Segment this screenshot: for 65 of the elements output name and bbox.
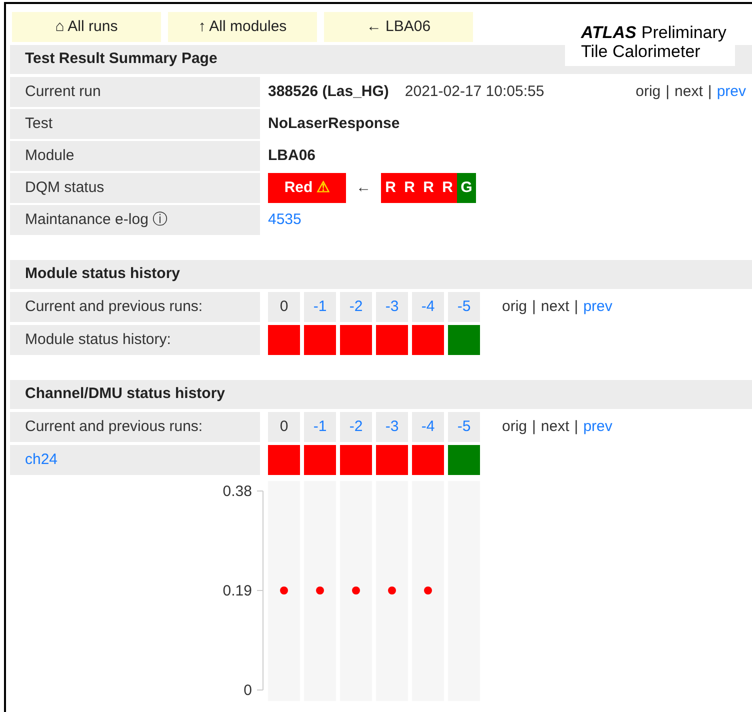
run-number: 388526 (Las_HG) [268, 82, 389, 102]
row-label: Current and previous runs: [10, 412, 260, 442]
y-tick-label: 0 [244, 682, 252, 699]
run-link[interactable]: -5 [448, 292, 480, 322]
y-tick-label: 0.38 [222, 483, 252, 500]
history-badge: R [419, 173, 438, 203]
run-link[interactable]: -3 [376, 292, 408, 322]
nav-label: orig [502, 296, 528, 317]
section-header: Module status history [10, 260, 752, 289]
run-link[interactable]: -1 [304, 292, 336, 322]
separator: | [708, 82, 712, 102]
run-link[interactable]: -4 [412, 412, 444, 442]
history-badge: R [438, 173, 457, 203]
nav-label: next [674, 82, 703, 102]
nav-label: next [540, 416, 570, 437]
row-label: Maintanance e-log ⓘ [10, 205, 260, 235]
separator: | [666, 82, 670, 102]
row-label: Module [10, 141, 260, 171]
run-link[interactable]: -5 [448, 412, 480, 442]
row-value: LBA06 [268, 146, 316, 166]
run-link[interactable]: -2 [340, 292, 372, 322]
nav-label: orig [636, 82, 661, 102]
channel-link[interactable]: ch24 [10, 445, 260, 475]
nav-label: orig [502, 416, 528, 437]
data-point [280, 586, 288, 594]
elog-link[interactable]: 4535 [268, 208, 302, 232]
separator: | [532, 296, 536, 317]
logo-subtitle: Tile Calorimeter [581, 42, 702, 61]
section-header: Channel/DMU status history [10, 380, 752, 409]
history-badge: G [457, 173, 476, 203]
nav-label: next [540, 296, 570, 317]
run-link[interactable]: -1 [304, 412, 336, 442]
nav-link[interactable]: prev [716, 80, 746, 104]
y-tick-label: 0.19 [222, 582, 252, 600]
separator: | [574, 416, 578, 437]
separator: | [574, 296, 578, 317]
history-badge: R [381, 173, 400, 203]
warning-icon: ⚠ [316, 176, 330, 200]
history-badge: R [400, 173, 419, 203]
row-label: Module status history: [10, 325, 260, 355]
separator: | [532, 416, 536, 437]
row-label: Current run [10, 77, 260, 107]
logo-brand: ATLAS [581, 23, 636, 42]
run-link[interactable]: -3 [376, 412, 408, 442]
nav-link[interactable]: prev [583, 416, 612, 438]
nav-button[interactable]: ⌂ All runs [12, 12, 161, 42]
status-text: Red [284, 178, 313, 198]
logo-text: Preliminary [641, 23, 726, 42]
data-point [424, 586, 432, 594]
row-label: Current and previous runs: [10, 292, 260, 322]
run-link[interactable]: -4 [412, 292, 444, 322]
nav-button[interactable]: ↑ All modules [168, 12, 317, 42]
run-date: 2021-02-17 10:05:55 [404, 82, 544, 102]
arrow-text: ← [356, 178, 371, 198]
data-point [316, 586, 324, 594]
row-value: NoLaserResponse [268, 114, 400, 134]
run-label: 0 [268, 292, 300, 322]
data-point [388, 586, 396, 594]
nav-button[interactable]: ← LBA06 [324, 12, 473, 42]
run-link[interactable]: -2 [340, 412, 372, 442]
nav-link[interactable]: prev [583, 296, 612, 318]
data-point [352, 586, 360, 594]
run-label: 0 [268, 412, 300, 442]
row-label: DQM status [10, 173, 260, 203]
row-label: Test [10, 109, 260, 139]
